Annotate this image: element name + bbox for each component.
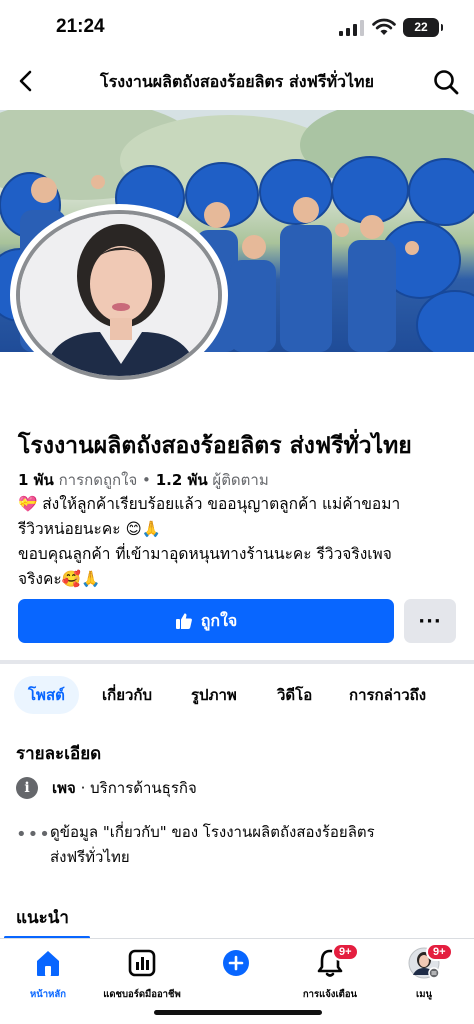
tab-mentions[interactable]: การกล่าวถึง: [349, 676, 426, 714]
page-name: โรงงานผลิตถังสองร้อยลิตร ส่งฟรีทั่วไทย: [18, 433, 412, 459]
nav-dashboard-label: แดชบอร์ดมืออาชีพ: [103, 989, 181, 1000]
category-row: i เพจ · บริการด้านธุรกิจ: [16, 774, 197, 802]
page-bio: 💝 ส่งให้ลูกค้าเรียบร้อยแล้ว ขออนุญาตลูกค…: [18, 492, 458, 592]
profile-tabs: โพสต์ เกี่ยวกับ รูปภาพ วิดีโอ การกล่าวถึ…: [0, 672, 474, 716]
tab-photos[interactable]: รูปภาพ: [191, 676, 237, 714]
bio-line: รีวิวหน่อยนะคะ 😊🙏: [18, 520, 161, 538]
followers-count: 1.2 พัน: [155, 471, 208, 489]
nav-title: โรงงานผลิตถังสองร้อยลิตร ส่งฟรีทั่วไทย: [100, 72, 374, 91]
avatar-icon: 9+: [408, 943, 453, 979]
home-indicator: [154, 1010, 322, 1015]
tab-posts[interactable]: โพสต์: [14, 676, 79, 714]
notification-badge: 9+: [332, 943, 359, 961]
page-stats: 1 พัน การกดถูกใจ • 1.2 พัน ผู้ติดตาม: [18, 468, 269, 492]
nav-notifications[interactable]: 9+ การแจ้งเตือน: [282, 943, 378, 1002]
menu-badge: 9+: [426, 943, 453, 961]
more-dots-icon: •••: [16, 824, 51, 845]
search-icon[interactable]: [432, 68, 460, 96]
status-time: 21:24: [56, 16, 105, 37]
create-icon: [220, 947, 252, 979]
status-bar: 21:24 22: [0, 0, 474, 56]
nav-menu[interactable]: 9+ เมนู: [376, 943, 472, 1002]
back-arrow-icon[interactable]: [14, 68, 40, 94]
dashboard-icon: [126, 947, 158, 979]
likes-label[interactable]: การกดถูกใจ: [59, 471, 138, 489]
tab-videos[interactable]: วิดีโอ: [277, 676, 312, 714]
nav-create[interactable]: [188, 947, 284, 987]
nav-dashboard[interactable]: แดชบอร์ดมืออาชีพ: [94, 947, 190, 1002]
like-button[interactable]: ถูกใจ: [18, 599, 394, 643]
details-heading: รายละเอียด: [16, 744, 102, 764]
bell-icon: 9+: [314, 943, 359, 979]
category-text: เพจ · บริการด้านธุรกิจ: [52, 776, 197, 800]
category-prefix: เพจ: [52, 779, 76, 797]
more-options-button[interactable]: ···: [404, 599, 456, 643]
profile-photo-image: [20, 214, 218, 376]
stats-separator: •: [142, 471, 151, 489]
recommendations-heading: แนะนำ: [16, 908, 69, 928]
tab-about[interactable]: เกี่ยวกับ: [102, 676, 152, 714]
bio-line: ขอบคุณลูกค้า ที่เข้ามาอุดหนุนทางร้านนะคะ…: [18, 545, 392, 563]
battery-indicator: 22: [403, 18, 443, 37]
thumbs-up-icon: [175, 613, 192, 629]
section-divider: [0, 660, 474, 664]
home-icon: [32, 947, 64, 979]
like-button-label: ถูกใจ: [200, 610, 238, 630]
see-about-text[interactable]: ดูข้อมูล "เกี่ยวกับ" ของ โรงงานผลิตถังสอ…: [50, 820, 470, 870]
followers-label[interactable]: ผู้ติดตาม: [212, 471, 268, 489]
nav-home-label: หน้าหลัก: [30, 989, 66, 1000]
category-value: · บริการด้านธุรกิจ: [75, 779, 197, 797]
wifi-icon: [372, 18, 396, 35]
see-about-line: ส่งฟรีทั่วไทย: [50, 848, 130, 866]
likes-count: 1 พัน: [18, 471, 54, 489]
profile-picture[interactable]: [10, 204, 228, 386]
info-icon: i: [16, 777, 38, 799]
nav-menu-label: เมนู: [415, 989, 432, 1000]
see-about-line: ดูข้อมูล "เกี่ยวกับ" ของ โรงงานผลิตถังสอ…: [50, 823, 375, 841]
bio-line: จริงคะ🥰🙏: [18, 570, 101, 588]
nav-home[interactable]: หน้าหลัก: [0, 947, 96, 1002]
top-nav-bar: โรงงานผลิตถังสองร้อยลิตร ส่งฟรีทั่วไทย: [0, 56, 474, 108]
profile-picture-ring: [16, 210, 222, 380]
nav-notifications-label: การแจ้งเตือน: [302, 989, 358, 1000]
cellular-signal-icon: [339, 20, 364, 36]
bio-line: 💝 ส่งให้ลูกค้าเรียบร้อยแล้ว ขออนุญาตลูกค…: [18, 495, 401, 513]
